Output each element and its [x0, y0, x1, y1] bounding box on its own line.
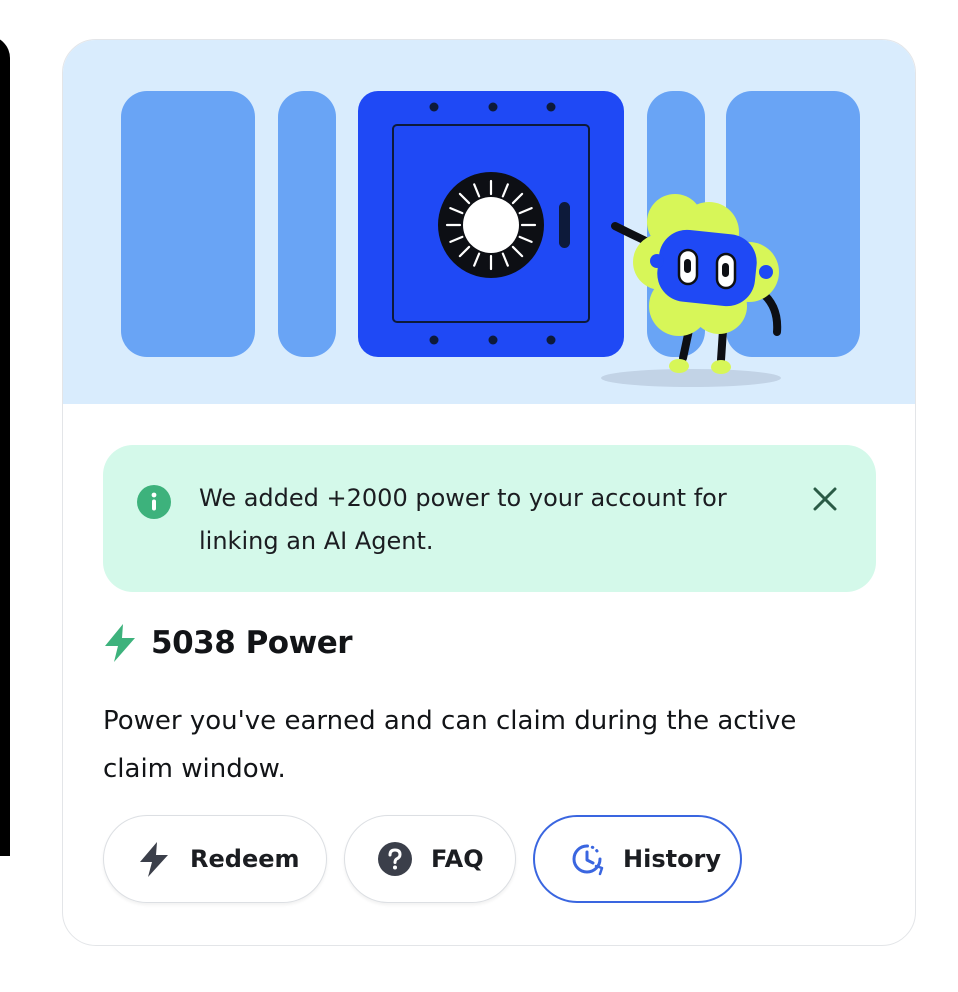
hero-illustration	[63, 40, 915, 404]
action-buttons: Redeem FAQ History	[103, 815, 742, 903]
power-added-alert: We added +2000 power to your account for…	[103, 445, 876, 592]
left-panel-edge	[0, 36, 10, 856]
clock-history-icon	[572, 844, 604, 876]
power-description: Power you've earned and can claim during…	[103, 706, 797, 784]
redeem-button[interactable]: Redeem	[103, 815, 327, 903]
history-label: History	[623, 845, 722, 873]
question-circle-icon	[378, 842, 412, 876]
lightning-bolt-icon	[140, 842, 168, 877]
safe-icon	[358, 91, 624, 357]
faq-button[interactable]: FAQ	[344, 815, 516, 903]
vault-illustration	[121, 91, 860, 387]
faq-label: FAQ	[431, 845, 484, 873]
close-icon[interactable]	[807, 481, 843, 517]
mascot-shadow	[601, 369, 781, 387]
panel-left	[121, 91, 255, 357]
power-card: We added +2000 power to your account for…	[62, 39, 916, 946]
panel-left-narrow	[278, 91, 336, 357]
lightning-bolt-icon	[105, 624, 135, 662]
info-icon	[137, 485, 171, 519]
power-balance: 5038 Power	[103, 623, 353, 663]
alert-message: We added +2000 power to your account for…	[199, 484, 727, 555]
power-amount: 5038 Power	[151, 625, 353, 661]
history-button[interactable]: History	[533, 815, 742, 903]
redeem-label: Redeem	[190, 845, 300, 873]
panel-right	[726, 91, 860, 357]
